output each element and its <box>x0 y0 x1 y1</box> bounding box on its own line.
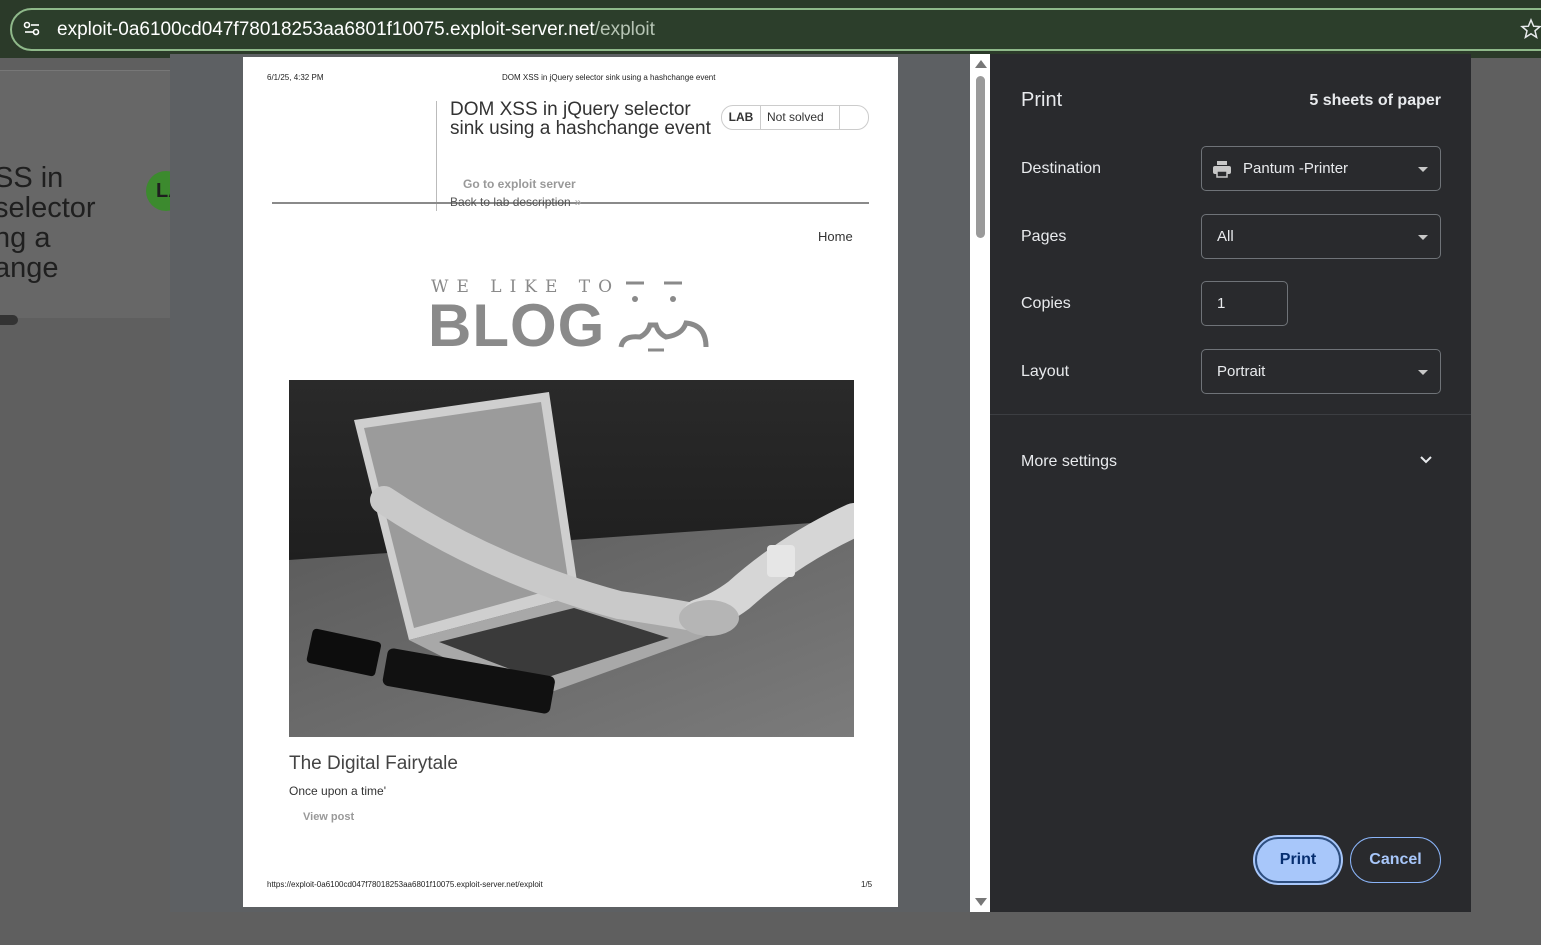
home-link: Home <box>818 229 853 244</box>
destination-value: Pantum -Printer <box>1243 160 1349 177</box>
bookmark-star-icon[interactable] <box>1520 18 1541 40</box>
copies-input[interactable]: 1 <box>1201 281 1288 326</box>
layout-value: Portrait <box>1217 363 1266 380</box>
cancel-button[interactable]: Cancel <box>1350 837 1441 883</box>
dropdown-caret-icon <box>1418 235 1428 240</box>
print-button[interactable]: Print <box>1255 837 1341 883</box>
background-pill <box>0 315 18 325</box>
site-settings-icon[interactable] <box>22 19 42 39</box>
preview-sheet: 6/1/25, 4:32 PM DOM XSS in jQuery select… <box>243 57 898 907</box>
post-image <box>289 380 854 737</box>
pages-value: All <box>1217 228 1234 245</box>
chevron-down-icon[interactable] <box>1418 452 1434 468</box>
blog-face-icon <box>618 281 709 352</box>
settings-divider <box>990 414 1471 415</box>
copies-label: Copies <box>1021 295 1071 312</box>
print-dialog: 6/1/25, 4:32 PM DOM XSS in jQuery select… <box>170 54 1471 912</box>
handshake-photo <box>289 380 854 737</box>
lab-status-widget: LAB Not solved <box>721 105 869 130</box>
lab-status-text: Not solved <box>767 110 824 124</box>
scroll-up-arrow-icon[interactable] <box>975 60 987 68</box>
dropdown-caret-icon <box>1418 167 1428 172</box>
destination-select[interactable]: Pantum -Printer <box>1201 146 1441 191</box>
pages-select[interactable]: All <box>1201 214 1441 259</box>
layout-label: Layout <box>1021 363 1070 380</box>
back-to-lab-text: Back to lab description <box>450 195 571 209</box>
blog-logo-big-text: BLOG <box>428 292 606 359</box>
printer-icon <box>1213 161 1231 178</box>
layout-select[interactable]: Portrait <box>1201 349 1441 394</box>
post-description: Once upon a time' <box>289 784 387 798</box>
sheet-header-title: DOM XSS in jQuery selector sink using a … <box>502 73 716 82</box>
lab-header-divider <box>436 101 437 211</box>
more-settings-toggle[interactable]: More settings <box>1021 453 1117 471</box>
post-title: The Digital Fairytale <box>289 753 458 774</box>
sheet-footer-page: 1/5 <box>861 880 873 889</box>
exploit-server-link: Go to exploit server <box>463 177 576 191</box>
scrollbar-thumb[interactable] <box>976 76 985 238</box>
back-to-lab-link: Back to lab description» <box>450 195 581 209</box>
sheet-footer-url: https://exploit-0a6100cd047f78018253aa68… <box>267 880 543 889</box>
destination-label: Destination <box>1021 160 1102 177</box>
scroll-down-arrow-icon[interactable] <box>975 898 987 906</box>
url-host: exploit-0a6100cd047f78018253aa6801f10075… <box>57 19 595 40</box>
pages-label: Pages <box>1021 228 1067 245</box>
dropdown-caret-icon <box>1418 370 1428 375</box>
url-path: /exploit <box>594 19 655 40</box>
lab-title: DOM XSS in jQuery selector sink using a … <box>450 99 711 139</box>
print-preview-area: 6/1/25, 4:32 PM DOM XSS in jQuery select… <box>170 54 990 912</box>
view-post-link: View post <box>303 811 355 823</box>
chevron-right-icon: » <box>574 195 582 209</box>
background-title: SS in selector ng a ange <box>0 162 96 284</box>
lab-tag: LAB <box>722 106 761 129</box>
print-title: Print <box>1021 89 1063 111</box>
copies-value: 1 <box>1217 295 1226 312</box>
lab-status-separator <box>839 106 840 129</box>
browser-toolbar: exploit-0a6100cd047f78018253aa6801f10075… <box>0 0 1541 58</box>
print-settings-panel: Print 5 sheets of paper Destination Pant… <box>990 54 1471 912</box>
background-header: SS in selector ng a ange LA <box>0 70 186 325</box>
sheet-header-date: 6/1/25, 4:32 PM <box>267 73 324 82</box>
blog-logo: WE LIKE TO BLOG <box>428 273 718 359</box>
sheet-count: 5 sheets of paper <box>1309 92 1441 109</box>
address-url[interactable]: exploit-0a6100cd047f78018253aa6801f10075… <box>57 19 655 41</box>
